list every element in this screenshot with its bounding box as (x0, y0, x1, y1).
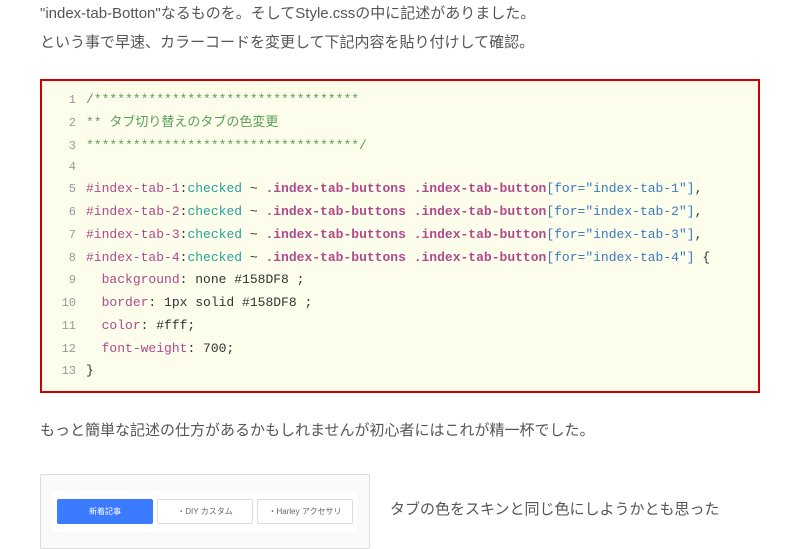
code-line: 10 border: 1px solid #158DF8 ; (42, 292, 758, 315)
code-content: #index-tab-3:checked ~ .index-tab-button… (86, 224, 758, 247)
code-content: #index-tab-2:checked ~ .index-tab-button… (86, 201, 758, 224)
line-number: 3 (42, 136, 86, 157)
preview-tab: 新着記事 (57, 499, 153, 524)
code-line: 12 font-weight: 700; (42, 338, 758, 361)
code-line: 6#index-tab-2:checked ~ .index-tab-butto… (42, 201, 758, 224)
line-number: 5 (42, 179, 86, 200)
tab-preview-image: 新着記事・DIY カスタム・Harley アクセサリ (40, 474, 370, 549)
line-number: 1 (42, 90, 86, 111)
code-content: font-weight: 700; (86, 338, 758, 361)
preview-tab: ・DIY カスタム (157, 499, 253, 524)
code-line: 3***********************************/ (42, 135, 758, 158)
code-content: } (86, 360, 758, 383)
preview-tab: ・Harley アクセサリ (257, 499, 353, 524)
code-content: /********************************** (86, 89, 758, 112)
code-line: 13} (42, 360, 758, 383)
code-content: #index-tab-4:checked ~ .index-tab-button… (86, 247, 758, 270)
outro-paragraph: もっと簡単な記述の仕方があるかもしれませんが初心者にはこれが精一杯でした。 (40, 417, 760, 446)
code-line: 2** タブ切り替えのタブの色変更 (42, 112, 758, 135)
outro-line-1: もっと簡単な記述の仕方があるかもしれませんが初心者にはこれが精一杯でした。 (40, 422, 595, 439)
code-content: background: none #158DF8 ; (86, 269, 758, 292)
code-content: color: #fff; (86, 315, 758, 338)
code-content: #index-tab-1:checked ~ .index-tab-button… (86, 178, 758, 201)
after-image-text: タブの色をスキンと同じ色にしようかとも思った (390, 468, 720, 525)
line-number: 9 (42, 270, 86, 291)
code-line: 1/********************************** (42, 89, 758, 112)
intro-line-2: という事で早速、カラーコードを変更して下記内容を貼り付けして確認。 (40, 34, 534, 51)
code-line: 5#index-tab-1:checked ~ .index-tab-butto… (42, 178, 758, 201)
code-line: 11 color: #fff; (42, 315, 758, 338)
line-number: 2 (42, 113, 86, 134)
code-content: border: 1px solid #158DF8 ; (86, 292, 758, 315)
intro-paragraph: "index-tab-Botton"なるものを。そしてStyle.cssの中に記… (40, 0, 760, 57)
code-content: ***********************************/ (86, 135, 758, 158)
line-number: 13 (42, 361, 86, 382)
code-line: 7#index-tab-3:checked ~ .index-tab-butto… (42, 224, 758, 247)
line-number: 12 (42, 339, 86, 360)
code-line: 4 (42, 157, 758, 178)
line-number: 7 (42, 225, 86, 246)
line-number: 8 (42, 248, 86, 269)
code-block: 1/**********************************2** … (40, 79, 760, 393)
intro-line-1: "index-tab-Botton"なるものを。そしてStyle.cssの中に記… (40, 5, 535, 22)
code-content: ** タブ切り替えのタブの色変更 (86, 112, 758, 135)
code-line: 9 background: none #158DF8 ; (42, 269, 758, 292)
line-number: 10 (42, 293, 86, 314)
line-number: 11 (42, 316, 86, 337)
code-line: 8#index-tab-4:checked ~ .index-tab-butto… (42, 247, 758, 270)
line-number: 4 (42, 157, 86, 178)
preview-tab-row: 新着記事・DIY カスタム・Harley アクセサリ (53, 491, 357, 532)
line-number: 6 (42, 202, 86, 223)
